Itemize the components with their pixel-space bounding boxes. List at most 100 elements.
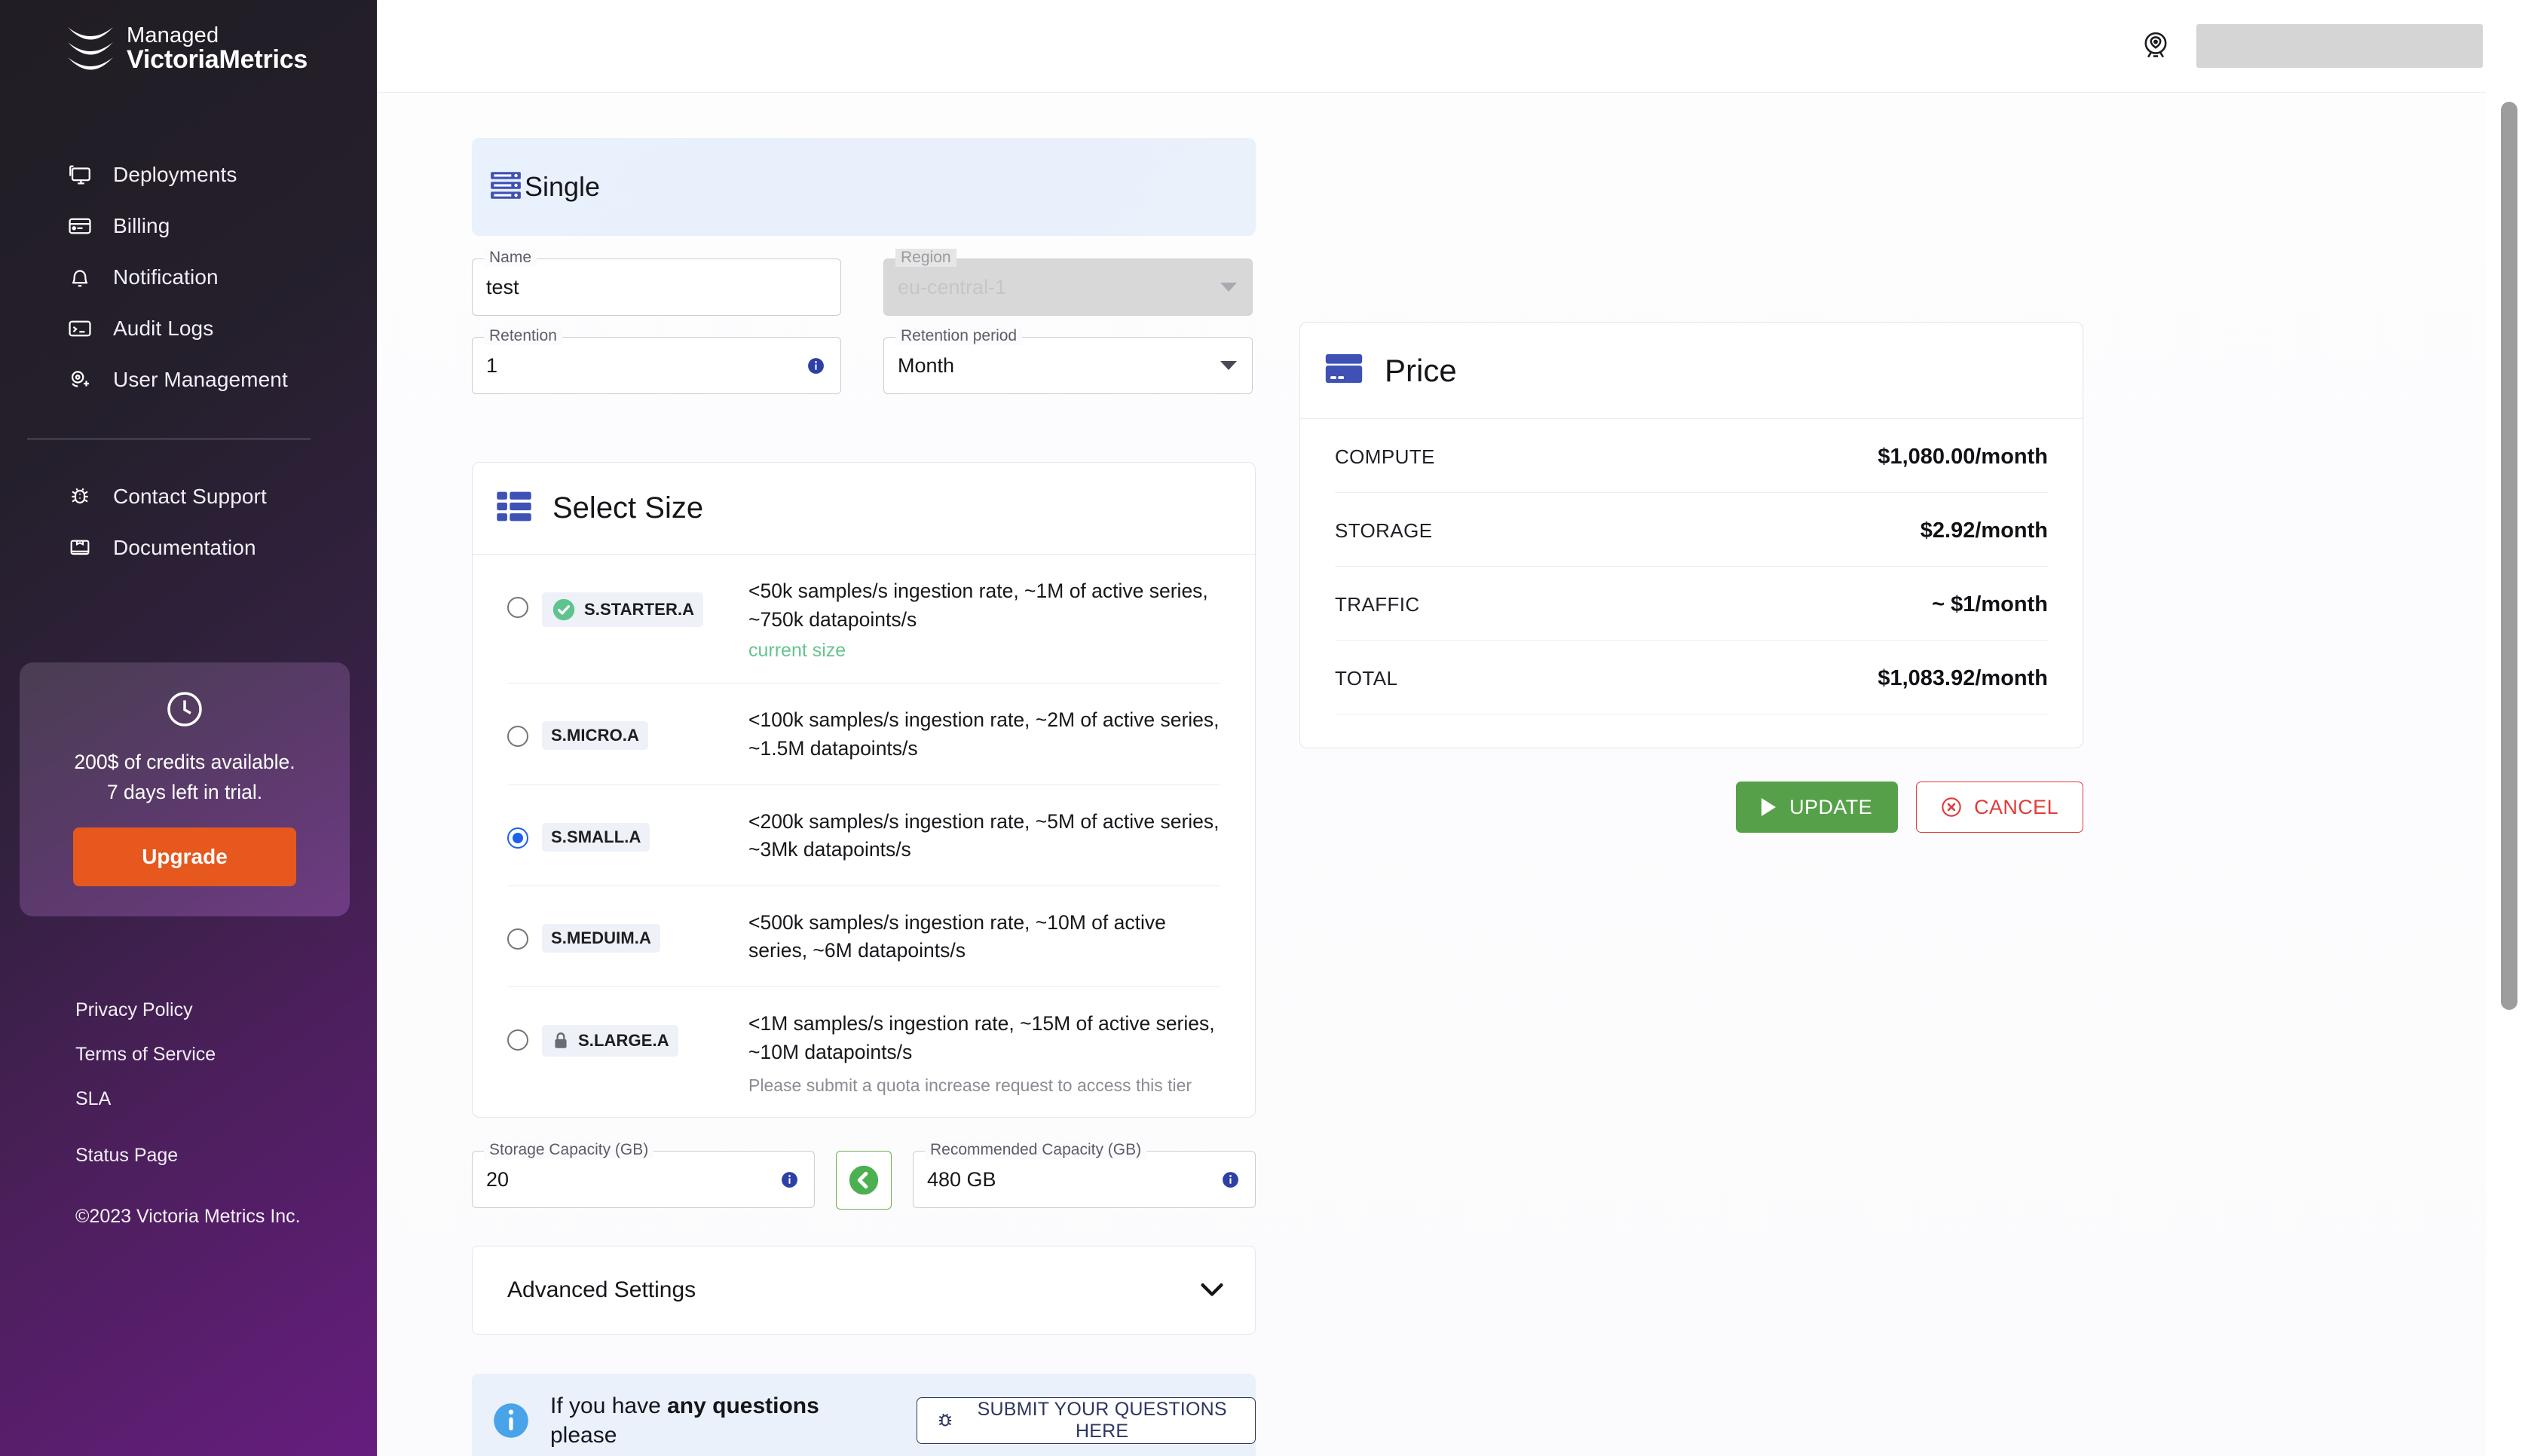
grid-icon bbox=[495, 488, 533, 529]
advanced-settings-title: Advanced Settings bbox=[507, 1277, 696, 1303]
play-icon bbox=[1761, 798, 1777, 816]
primary-nav: Deployments Billing Notification Audit L… bbox=[0, 149, 377, 405]
book-icon bbox=[66, 534, 93, 561]
size-option-micro[interactable]: S.MICRO.A <100k samples/s ingestion rate… bbox=[507, 684, 1220, 785]
credit-card-icon bbox=[66, 213, 93, 240]
recommended-capacity-value-box: 480 GB bbox=[913, 1151, 1256, 1209]
sidebar-item-label: Contact Support bbox=[113, 485, 267, 508]
current-size-label: current size bbox=[748, 640, 846, 662]
region-select-value: eu-central-1 bbox=[898, 275, 1007, 298]
region-select: eu-central-1 bbox=[883, 258, 1253, 316]
bug-icon bbox=[66, 483, 93, 510]
page-content: Single Name test Region eu-central-1 Ret… bbox=[377, 93, 2525, 1456]
size-radio[interactable] bbox=[507, 726, 528, 748]
price-row-total: TOTAL $1,083.92/month bbox=[1335, 641, 2048, 714]
sidebar-item-documentation[interactable]: Documentation bbox=[0, 522, 377, 574]
price-row-value: ~ $1/month bbox=[1932, 592, 2048, 616]
server-rack-icon bbox=[488, 168, 523, 206]
retention-period-select[interactable]: Month bbox=[883, 337, 1253, 394]
copyright-text: ©2023 Victoria Metrics Inc. bbox=[75, 1205, 301, 1227]
arrow-left-circle-icon bbox=[846, 1163, 881, 1198]
brand-logo[interactable]: Managed VictoriaMetrics bbox=[0, 0, 377, 74]
size-option-medium[interactable]: S.MEDUIM.A <500k samples/s ingestion rat… bbox=[507, 886, 1220, 987]
check-badge-icon bbox=[551, 597, 577, 622]
storage-capacity-value: 20 bbox=[486, 1167, 510, 1191]
retention-input-value: 1 bbox=[486, 353, 498, 377]
deployment-type-card: Single bbox=[472, 138, 1256, 236]
info-icon[interactable] bbox=[1221, 1170, 1240, 1189]
submit-questions-label: SUBMIT YOUR QUESTIONS HERE bbox=[977, 1399, 1227, 1442]
size-id-label: S.STARTER.A bbox=[584, 600, 695, 619]
size-id-label: S.MEDUIM.A bbox=[551, 928, 651, 947]
sidebar-item-billing[interactable]: Billing bbox=[0, 200, 377, 252]
sidebar-item-deployments[interactable]: Deployments bbox=[0, 149, 377, 200]
storage-capacity-label: Storage Capacity (GB) bbox=[484, 1141, 654, 1160]
size-radio[interactable] bbox=[507, 928, 528, 950]
upgrade-button[interactable]: Upgrade bbox=[73, 827, 296, 886]
size-description: <100k samples/s ingestion rate, ~2M of a… bbox=[748, 708, 1220, 760]
retention-field-label: Retention bbox=[484, 327, 562, 345]
victoria-metrics-logo-icon bbox=[66, 24, 115, 74]
select-size-header: Select Size bbox=[473, 463, 1255, 555]
size-option-small[interactable]: S.SMALL.A <200k samples/s ingestion rate… bbox=[507, 785, 1220, 886]
vertical-scrollbar[interactable] bbox=[2501, 102, 2517, 1010]
size-id-label: S.LARGE.A bbox=[578, 1031, 669, 1050]
deployment-type-title: Single bbox=[525, 171, 601, 202]
select-size-card: Select Size S.STARTER.A <50k samples/s i… bbox=[472, 462, 1256, 1118]
trial-credits-line: 200$ of credits available. bbox=[74, 751, 295, 773]
size-tag-wrap: S.MEDUIM.A bbox=[542, 923, 735, 953]
sidebar-item-label: Billing bbox=[113, 214, 170, 237]
region-field-wrap: Region eu-central-1 bbox=[883, 249, 1253, 316]
size-description: <200k samples/s ingestion rate, ~5M of a… bbox=[748, 809, 1220, 861]
logo-brand-text: VictoriaMetrics bbox=[127, 45, 308, 75]
link-privacy-policy[interactable]: Privacy Policy bbox=[75, 999, 377, 1021]
retention-field-wrap: Retention 1 bbox=[472, 327, 841, 394]
info-icon[interactable] bbox=[780, 1170, 799, 1189]
price-card: Price COMPUTE $1,080.00/month STORAGE $2… bbox=[1299, 322, 2083, 748]
link-sla[interactable]: SLA bbox=[75, 1088, 377, 1110]
cancel-button[interactable]: CANCEL bbox=[1916, 782, 2083, 833]
sidebar-item-audit-logs[interactable]: Audit Logs bbox=[0, 303, 377, 354]
sidebar-item-user-management[interactable]: User Management bbox=[0, 354, 377, 405]
advanced-settings-accordion[interactable]: Advanced Settings bbox=[472, 1246, 1256, 1335]
bell-icon bbox=[66, 264, 93, 291]
account-badge-icon[interactable] bbox=[2139, 29, 2172, 63]
size-radio[interactable] bbox=[507, 827, 528, 849]
link-terms-of-service[interactable]: Terms of Service bbox=[75, 1044, 377, 1066]
bug-icon bbox=[935, 1411, 955, 1430]
size-option-large[interactable]: S.LARGE.A <1M samples/s ingestion rate, … bbox=[507, 987, 1220, 1117]
submit-questions-button[interactable]: SUBMIT YOUR QUESTIONS HERE bbox=[917, 1397, 1256, 1445]
storage-capacity-input[interactable]: 20 bbox=[472, 1151, 815, 1209]
credit-card-icon bbox=[1323, 347, 1365, 393]
region-field-label: Region bbox=[895, 249, 956, 267]
name-input-value: test bbox=[486, 275, 519, 298]
sidebar-item-contact-support[interactable]: Contact Support bbox=[0, 471, 377, 522]
topbar-placeholder-box[interactable] bbox=[2196, 24, 2483, 68]
questions-text-part2: please bbox=[550, 1423, 617, 1448]
retention-input[interactable]: 1 bbox=[472, 337, 841, 394]
size-id-label: S.SMALL.A bbox=[551, 827, 641, 846]
capacity-row: Storage Capacity (GB) 20 Recommended Cap… bbox=[472, 1141, 1256, 1210]
form-actions: UPDATE CANCEL bbox=[1299, 782, 2083, 833]
recommended-capacity-label: Recommended Capacity (GB) bbox=[925, 1141, 1147, 1160]
lock-icon bbox=[551, 1029, 571, 1052]
name-input[interactable]: test bbox=[472, 258, 841, 316]
size-option-starter[interactable]: S.STARTER.A <50k samples/s ingestion rat… bbox=[507, 555, 1220, 684]
size-radio[interactable] bbox=[507, 1029, 528, 1051]
price-card-spacer bbox=[1335, 714, 2048, 748]
questions-banner: If you have any questions please SUBMIT … bbox=[472, 1374, 1256, 1456]
recommended-capacity-value: 480 GB bbox=[927, 1167, 996, 1191]
sidebar-item-notification[interactable]: Notification bbox=[0, 252, 377, 303]
update-button[interactable]: UPDATE bbox=[1736, 782, 1899, 833]
info-icon[interactable] bbox=[806, 356, 825, 375]
link-status-page[interactable]: Status Page bbox=[75, 1145, 377, 1167]
price-row-value: $2.92/month bbox=[1920, 518, 2048, 543]
size-tag-wrap: S.LARGE.A bbox=[542, 1025, 735, 1057]
price-row-key: COMPUTE bbox=[1335, 445, 1435, 468]
apply-recommended-capacity-button[interactable] bbox=[836, 1151, 892, 1210]
size-radio[interactable] bbox=[507, 597, 528, 618]
size-tag-wrap: S.MICRO.A bbox=[542, 721, 735, 751]
size-tag-wrap: S.STARTER.A bbox=[542, 592, 735, 627]
chevron-down-icon bbox=[1220, 361, 1237, 370]
price-row-key: TOTAL bbox=[1335, 667, 1398, 690]
